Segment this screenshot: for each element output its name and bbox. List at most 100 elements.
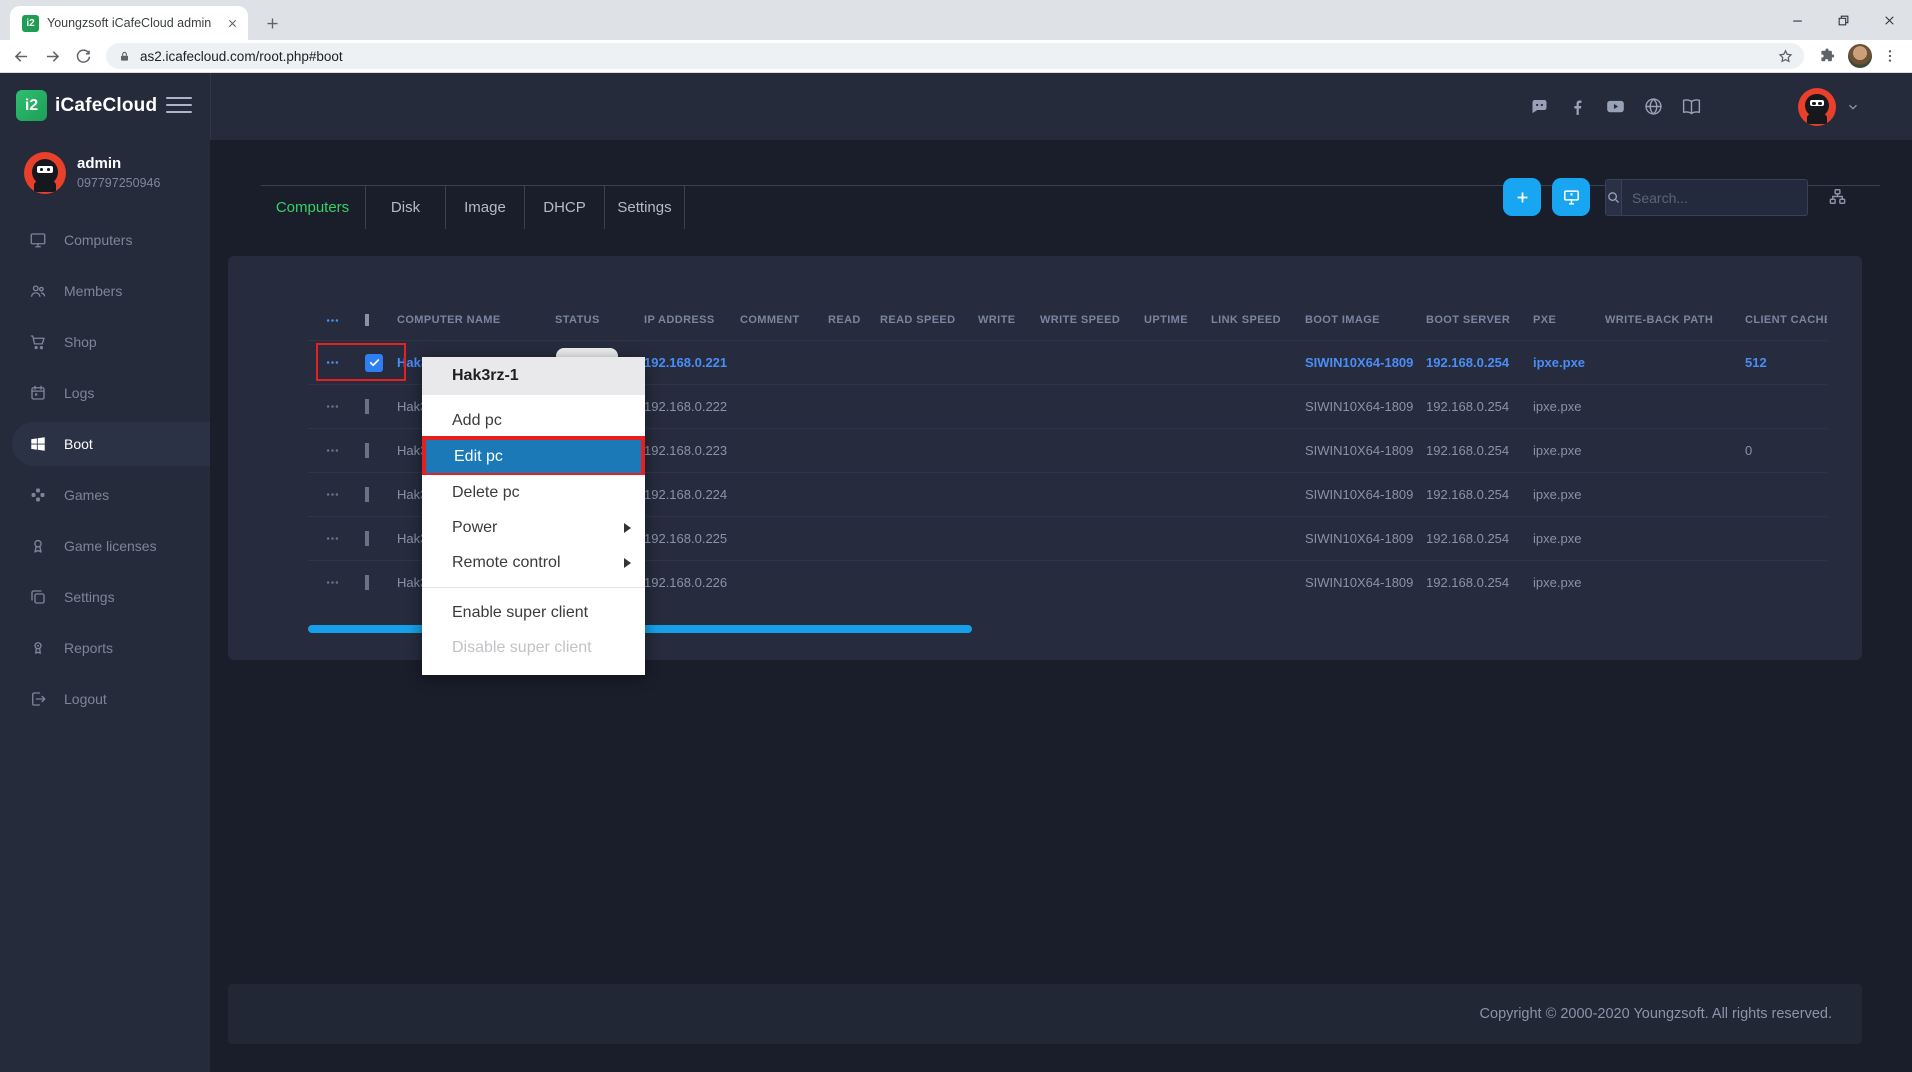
column-header-comment: COMMENT (738, 314, 826, 326)
medal-icon (28, 537, 48, 555)
search-icon (1606, 180, 1622, 215)
add-pc-button[interactable] (1552, 178, 1590, 216)
tab-dhcp[interactable]: DHCP (525, 186, 605, 229)
brand-name: iCafeCloud (55, 95, 157, 117)
add-button[interactable] (1503, 178, 1541, 216)
sidebar-item-members[interactable]: Members (0, 269, 210, 313)
brand-logo-icon: i2 (16, 90, 47, 121)
favicon-icon: i2 (22, 15, 39, 32)
sidebar-item-label: Boot (64, 436, 93, 452)
forward-icon[interactable] (43, 47, 62, 66)
sidebar-profile: admin 097797250946 (24, 152, 160, 194)
row-checkbox[interactable] (365, 399, 369, 414)
reload-icon[interactable] (74, 47, 92, 65)
tab-label: Image (464, 199, 506, 216)
website-icon[interactable] (1643, 96, 1664, 117)
window-close-icon[interactable] (1866, 0, 1912, 40)
column-header-pxe: PXE (1531, 314, 1603, 326)
tab-image[interactable]: Image (446, 186, 525, 229)
row-checkbox-cell (363, 575, 395, 590)
sidebar-item-logout[interactable]: Logout (0, 677, 210, 721)
browser-profile-avatar[interactable] (1848, 44, 1872, 68)
window-minimize-icon[interactable] (1774, 0, 1820, 40)
row-checkbox[interactable] (365, 531, 369, 546)
cell-boot_image: SIWIN10X64-1809 (1303, 399, 1424, 414)
gamepad-icon (28, 486, 48, 504)
header-divider (210, 73, 211, 140)
browser-menu-kebab-icon[interactable] (1882, 48, 1898, 64)
url-text[interactable]: as2.icafecloud.com/root.php#boot (140, 49, 1777, 64)
back-icon[interactable] (12, 47, 31, 66)
sidebar-item-boot[interactable]: Boot (12, 422, 210, 466)
row-actions-icon[interactable] (308, 355, 363, 370)
window-restore-icon[interactable] (1820, 0, 1866, 40)
sidebar-item-game-licenses[interactable]: Game licenses (0, 524, 210, 568)
row-checkbox-checked[interactable] (365, 354, 383, 372)
browser-toolbar: as2.icafecloud.com/root.php#boot (0, 40, 1912, 73)
youtube-icon[interactable] (1605, 96, 1626, 117)
row-actions-icon[interactable] (308, 399, 363, 414)
sidebar-item-label: Reports (64, 640, 113, 656)
submenu-arrow-icon (624, 558, 631, 568)
browser-tab-title: Youngzsoft iCafeCloud admin (47, 16, 221, 30)
row-actions-icon[interactable] (308, 443, 363, 458)
menu-item-label: Remote control (452, 554, 561, 571)
discord-icon[interactable] (1529, 96, 1550, 117)
table-header-actions-icon[interactable] (308, 313, 363, 328)
row-checkbox[interactable] (365, 487, 369, 502)
menu-item-delete-pc[interactable]: Delete pc (422, 475, 645, 510)
browser-tab[interactable]: i2 Youngzsoft iCafeCloud admin (10, 6, 248, 40)
menu-item-power[interactable]: Power (422, 510, 645, 545)
url-bar[interactable]: as2.icafecloud.com/root.php#boot (106, 43, 1804, 69)
menu-item-add-pc[interactable]: Add pc (422, 403, 645, 438)
sidebar-item-logs[interactable]: Logs (0, 371, 210, 415)
cell-ip: 192.168.0.226 (642, 575, 738, 590)
cell-boot_server: 192.168.0.254 (1424, 531, 1531, 546)
extensions-puzzle-icon[interactable] (1818, 47, 1836, 65)
sidebar-item-games[interactable]: Games (0, 473, 210, 517)
row-checkbox-cell (363, 443, 395, 458)
header-right (1529, 73, 1912, 140)
sidebar-item-settings[interactable]: Settings (0, 575, 210, 619)
menu-item-label: Power (452, 519, 497, 536)
row-checkbox[interactable] (365, 443, 369, 458)
sidebar-item-label: Settings (64, 589, 115, 605)
hamburger-menu-icon[interactable] (166, 92, 192, 118)
tab-computers[interactable]: Computers (260, 186, 366, 229)
cell-ip: 192.168.0.225 (642, 531, 738, 546)
tab-settings[interactable]: Settings (605, 186, 685, 229)
column-header-write: WRITE (976, 314, 1038, 326)
row-actions-icon[interactable] (308, 531, 363, 546)
column-header-link-speed: LINK SPEED (1209, 314, 1303, 326)
menu-item-edit-pc[interactable]: Edit pc (424, 438, 643, 475)
search-input[interactable] (1622, 190, 1823, 206)
award-icon (28, 639, 48, 657)
new-tab-button[interactable] (258, 9, 286, 37)
row-actions-icon[interactable] (308, 575, 363, 590)
menu-item-remote-control[interactable]: Remote control (422, 545, 645, 580)
cell-boot_server: 192.168.0.254 (1424, 443, 1531, 458)
row-actions-icon[interactable] (308, 487, 363, 502)
facebook-icon[interactable] (1567, 96, 1588, 117)
tab-disk[interactable]: Disk (366, 186, 446, 229)
submenu-arrow-icon (624, 523, 631, 533)
account-avatar[interactable] (1798, 88, 1836, 126)
sidebar-item-computers[interactable]: Computers (0, 218, 210, 262)
sidebar-item-reports[interactable]: Reports (0, 626, 210, 670)
column-header-computer-name: COMPUTER NAME (395, 314, 553, 326)
docs-icon[interactable] (1681, 96, 1702, 117)
sitemap-icon[interactable] (1828, 187, 1847, 206)
row-checkbox-cell (363, 354, 395, 372)
cell-boot_image: SIWIN10X64-1809 (1303, 443, 1424, 458)
cell-boot_image: SIWIN10X64-1809 (1303, 575, 1424, 590)
sidebar-item-shop[interactable]: Shop (0, 320, 210, 364)
bookmark-star-icon[interactable] (1777, 48, 1794, 65)
menu-separator (422, 587, 645, 588)
calendar-icon (28, 384, 48, 402)
column-header-ip-address: IP ADDRESS (642, 314, 738, 326)
tab-close-icon[interactable] (227, 18, 238, 29)
chevron-down-icon[interactable] (1846, 100, 1860, 114)
menu-item-enable-super-client[interactable]: Enable super client (422, 595, 645, 630)
select-all-checkbox[interactable] (365, 314, 369, 326)
row-checkbox[interactable] (365, 575, 369, 590)
